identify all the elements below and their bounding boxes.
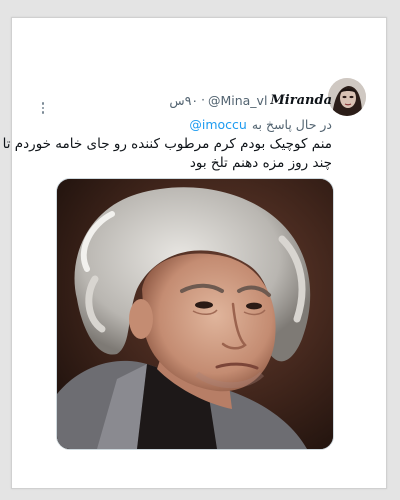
replying-to: @imoccu در حال پاسخ به [189, 114, 332, 134]
separator-dot: · [201, 93, 205, 107]
tweet-text-line: چند روز مزه دهنم تلخ بود [189, 155, 332, 171]
reply-prefix-label: در حال پاسخ به [251, 116, 332, 132]
tweet-text: منم کوچیک بودم کرم مرطوب کننده رو جای خا… [2, 135, 332, 173]
display-name[interactable]: Miranda [270, 93, 332, 108]
avatar-image [328, 78, 366, 116]
tweet-header: ۹۰س · @Mina_vl Miranda [169, 90, 332, 110]
more-vertical-icon[interactable] [36, 96, 50, 120]
user-handle[interactable]: @Mina_vl [208, 93, 267, 108]
photo-image [57, 179, 333, 449]
reply-to-handle[interactable]: @imoccu [189, 117, 246, 132]
avatar[interactable] [328, 78, 366, 116]
tweet-text-line: منم کوچیک بودم کرم مرطوب کننده رو جای خا… [2, 136, 332, 152]
tweet-card: ۹۰س · @Mina_vl Miranda @imoccu در حال پا… [2, 17, 387, 489]
tweet-time[interactable]: ۹۰س [169, 93, 198, 108]
tweet-photo[interactable] [56, 178, 334, 450]
tweet[interactable]: ۹۰س · @Mina_vl Miranda @imoccu در حال پا… [2, 18, 386, 488]
